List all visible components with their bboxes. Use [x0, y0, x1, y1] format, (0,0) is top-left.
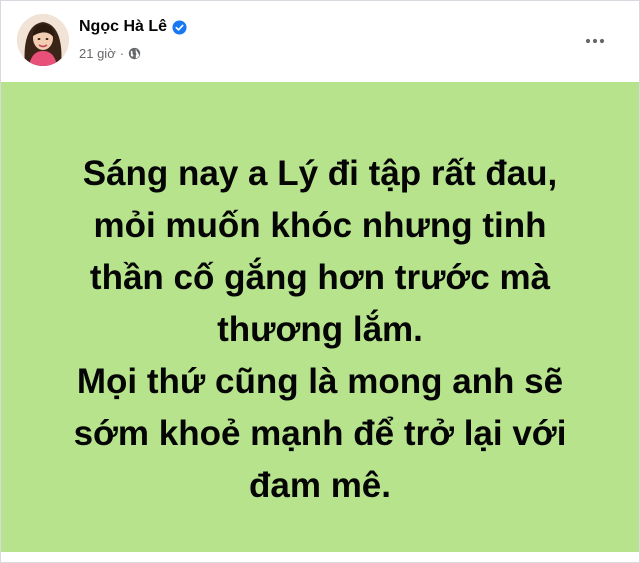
- meta-separator: ·: [119, 46, 125, 61]
- verified-badge-icon: [172, 19, 187, 35]
- post-text-line: sớm khoẻ mạnh để trở lại với: [73, 414, 567, 453]
- post-background: Sáng nay a Lý đi tập rất đau, mỏi muốn k…: [1, 82, 639, 552]
- post-text: Sáng nay a Lý đi tập rất đau, mỏi muốn k…: [41, 148, 599, 512]
- post-meta: 21 giờ ·: [79, 46, 141, 61]
- facebook-post-card: Ngọc Hà Lê 21 giờ · Sáng nay a Lý đi tập…: [0, 0, 640, 563]
- more-options-button[interactable]: [579, 25, 611, 57]
- post-text-line: Sáng nay a Lý đi tập rất đau,: [82, 154, 558, 193]
- post-text-line: Mọi thứ cũng là mong anh sẽ: [76, 362, 564, 401]
- post-text-line: thương lắm.: [217, 310, 423, 349]
- globe-icon[interactable]: [128, 47, 141, 60]
- post-text-line: mỏi muốn khóc nhưng tinh: [93, 206, 547, 245]
- post-text-line: thần cố gắng hơn trước mà: [89, 258, 551, 297]
- author-avatar[interactable]: [17, 14, 69, 66]
- post-header: Ngọc Hà Lê 21 giờ ·: [1, 1, 639, 81]
- author-name[interactable]: Ngọc Hà Lê: [79, 18, 167, 36]
- author-row: Ngọc Hà Lê: [79, 18, 187, 36]
- post-text-line: đam mê.: [249, 466, 391, 505]
- avatar-image: [17, 14, 69, 66]
- post-timestamp[interactable]: 21 giờ: [79, 46, 116, 61]
- more-options-icon: [585, 38, 605, 44]
